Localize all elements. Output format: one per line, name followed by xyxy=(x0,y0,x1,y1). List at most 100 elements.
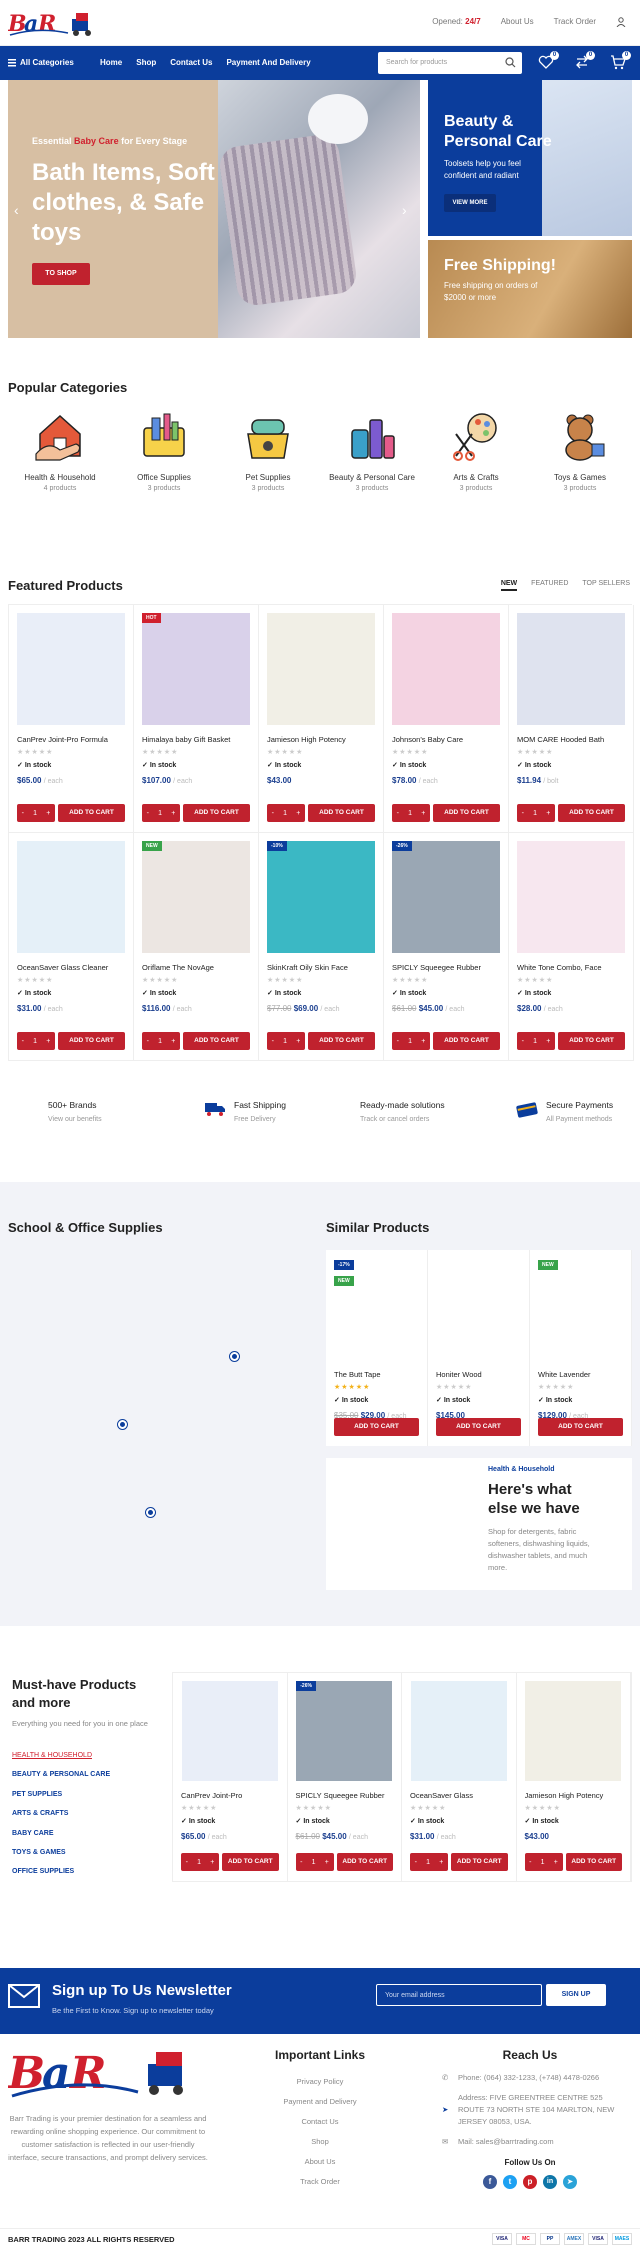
add-to-cart-button[interactable]: ADD TO CART xyxy=(58,804,125,822)
about-us-link[interactable]: About Us xyxy=(501,17,534,27)
product-card[interactable]: Johnson's Baby Care ★★★★★ ✓ In stock $78… xyxy=(384,605,509,833)
product-card[interactable]: MOM CARE Hooded Bath ★★★★★ ✓ In stock $1… xyxy=(509,605,634,833)
minus-icon[interactable]: - xyxy=(272,1038,274,1045)
add-to-cart-button[interactable]: ADD TO CART xyxy=(433,804,500,822)
nav-home[interactable]: Home xyxy=(100,58,122,67)
product-image[interactable] xyxy=(525,1681,622,1781)
plus-icon[interactable]: + xyxy=(421,810,425,817)
nav-contact[interactable]: Contact Us xyxy=(170,58,212,67)
must-link-baby[interactable]: BABY CARE xyxy=(12,1824,110,1843)
product-title[interactable]: Johnson's Baby Care xyxy=(392,735,500,744)
plus-icon[interactable]: + xyxy=(171,1038,175,1045)
product-card[interactable]: Jamieson High Potency ★★★★★ ✓ In stock $… xyxy=(259,605,384,833)
must-link-arts[interactable]: ARTS & CRAFTS xyxy=(12,1804,110,1823)
product-title[interactable]: White Lavender xyxy=(538,1370,623,1379)
product-image[interactable]: -26% xyxy=(296,1681,393,1781)
quantity-stepper[interactable]: -1 + xyxy=(392,1032,430,1050)
quantity-stepper[interactable]: -1 + xyxy=(410,1853,448,1871)
product-title[interactable]: Oriflame The NovAge xyxy=(142,963,250,972)
quantity-stepper[interactable]: -1 + xyxy=(267,1032,305,1050)
similar-product-card[interactable]: NEW White Lavender ★★★★★ ✓ In stock $129… xyxy=(530,1250,632,1446)
search-icon[interactable] xyxy=(505,57,516,68)
plus-icon[interactable]: + xyxy=(296,810,300,817)
product-card[interactable]: White Tone Combo, Face ★★★★★ ✓ In stock … xyxy=(509,833,634,1061)
add-to-cart-button[interactable]: ADD TO CART xyxy=(538,1418,623,1436)
product-card[interactable]: CanPrev Joint-Pro ★★★★★ ✓ In stock $65.0… xyxy=(173,1673,288,1881)
view-more-button[interactable]: VIEW MORE xyxy=(444,194,496,212)
footer-link-track[interactable]: Track Order xyxy=(250,2172,390,2192)
product-title[interactable]: The Butt Tape xyxy=(334,1370,419,1379)
quantity-stepper[interactable]: -1 + xyxy=(17,1032,55,1050)
sign-up-button[interactable]: SIGN UP xyxy=(546,1984,606,2006)
must-link-toys[interactable]: TOYS & GAMES xyxy=(12,1843,110,1862)
minus-icon[interactable]: - xyxy=(397,810,399,817)
track-order-link[interactable]: Track Order xyxy=(554,17,596,27)
footer-link-shop[interactable]: Shop xyxy=(250,2132,390,2152)
footer-link-privacy[interactable]: Privacy Policy xyxy=(250,2072,390,2092)
footer-link-payment[interactable]: Payment and Delivery xyxy=(250,2092,390,2112)
product-image[interactable] xyxy=(517,613,625,725)
product-title[interactable]: Honiter Wood xyxy=(436,1370,521,1379)
product-title[interactable]: Himalaya baby Gift Basket xyxy=(142,735,250,744)
tab-featured[interactable]: FEATURED xyxy=(531,580,568,591)
product-title[interactable]: Jamieson High Potency xyxy=(267,735,375,744)
product-card[interactable]: Jamieson High Potency ★★★★★ ✓ In stock $… xyxy=(517,1673,631,1881)
quantity-stepper[interactable]: -1 + xyxy=(142,804,180,822)
product-card[interactable]: CanPrev Joint-Pro Formula ★★★★★ ✓ In sto… xyxy=(9,605,134,833)
product-image[interactable] xyxy=(17,841,125,953)
quantity-stepper[interactable]: -1 + xyxy=(142,1032,180,1050)
plus-icon[interactable]: + xyxy=(46,810,50,817)
product-image[interactable] xyxy=(538,1260,623,1360)
hotspot-dot[interactable] xyxy=(118,1420,127,1429)
hero-shop-button[interactable]: TO SHOP xyxy=(32,263,90,285)
product-image[interactable]: -10% xyxy=(267,841,375,953)
footer-logo[interactable]: B a R xyxy=(8,2046,208,2100)
quantity-stepper[interactable]: -1 + xyxy=(517,804,555,822)
product-card[interactable]: OceanSaver Glass ★★★★★ ✓ In stock $31.00… xyxy=(402,1673,517,1881)
category-toys-games[interactable]: Toys & Games 3 products xyxy=(528,410,632,492)
add-to-cart-button[interactable]: ADD TO CART xyxy=(436,1418,521,1436)
product-card[interactable]: -26% SPICLY Squeegee Rubber ★★★★★ ✓ In s… xyxy=(384,833,509,1061)
product-image[interactable] xyxy=(436,1260,521,1360)
minus-icon[interactable]: - xyxy=(397,1038,399,1045)
slider-next-icon[interactable]: › xyxy=(402,202,407,218)
facebook-icon[interactable]: f xyxy=(483,2175,497,2189)
barr-trading-logo[interactable]: B a R xyxy=(8,9,102,39)
product-card[interactable]: NEW Oriflame The NovAge ★★★★★ ✓ In stock… xyxy=(134,833,259,1061)
add-to-cart-button[interactable]: ADD TO CART xyxy=(183,804,250,822)
quantity-stepper[interactable]: -1 + xyxy=(392,804,430,822)
product-image[interactable] xyxy=(410,1681,507,1781)
plus-icon[interactable]: + xyxy=(554,1859,558,1866)
product-image[interactable] xyxy=(517,841,625,953)
all-categories-button[interactable]: All Categories xyxy=(8,58,74,67)
product-title[interactable]: Jamieson High Potency xyxy=(525,1791,623,1800)
minus-icon[interactable]: - xyxy=(22,810,24,817)
hotspot-dot[interactable] xyxy=(146,1508,155,1517)
promo-beauty[interactable]: Beauty & Personal Care Toolsets help you… xyxy=(428,80,632,236)
wishlist-button[interactable]: 0 xyxy=(538,51,559,70)
footer-link-contact[interactable]: Contact Us xyxy=(250,2112,390,2132)
must-link-pet[interactable]: PET SUPPLIES xyxy=(12,1785,110,1804)
product-image[interactable] xyxy=(392,613,500,725)
add-to-cart-button[interactable]: ADD TO CART xyxy=(558,804,625,822)
product-title[interactable]: OceanSaver Glass xyxy=(410,1791,508,1800)
quantity-stepper[interactable]: -1 + xyxy=(524,1853,563,1871)
product-card[interactable]: -10% SkinKraft Oily Skin Face ★★★★★ ✓ In… xyxy=(259,833,384,1061)
minus-icon[interactable]: - xyxy=(272,810,274,817)
nav-payment-delivery[interactable]: Payment And Delivery xyxy=(226,58,310,67)
product-image[interactable] xyxy=(334,1260,419,1360)
quantity-stepper[interactable]: -1 + xyxy=(17,804,55,822)
pinterest-icon[interactable]: p xyxy=(523,2175,537,2189)
add-to-cart-button[interactable]: ADD TO CART xyxy=(558,1032,625,1050)
add-to-cart-button[interactable]: ADD TO CART xyxy=(451,1853,508,1871)
must-link-office[interactable]: OFFICE SUPPLIES xyxy=(12,1862,110,1881)
minus-icon[interactable]: - xyxy=(147,810,149,817)
add-to-cart-button[interactable]: ADD TO CART xyxy=(58,1032,125,1050)
plus-icon[interactable]: + xyxy=(546,1038,550,1045)
plus-icon[interactable]: + xyxy=(210,1859,214,1866)
product-title[interactable]: SkinKraft Oily Skin Face xyxy=(267,963,375,972)
quantity-stepper[interactable]: -1 + xyxy=(267,804,305,822)
quantity-stepper[interactable]: -1 + xyxy=(181,1853,219,1871)
minus-icon[interactable]: - xyxy=(186,1859,188,1866)
add-to-cart-button[interactable]: ADD TO CART xyxy=(222,1853,279,1871)
